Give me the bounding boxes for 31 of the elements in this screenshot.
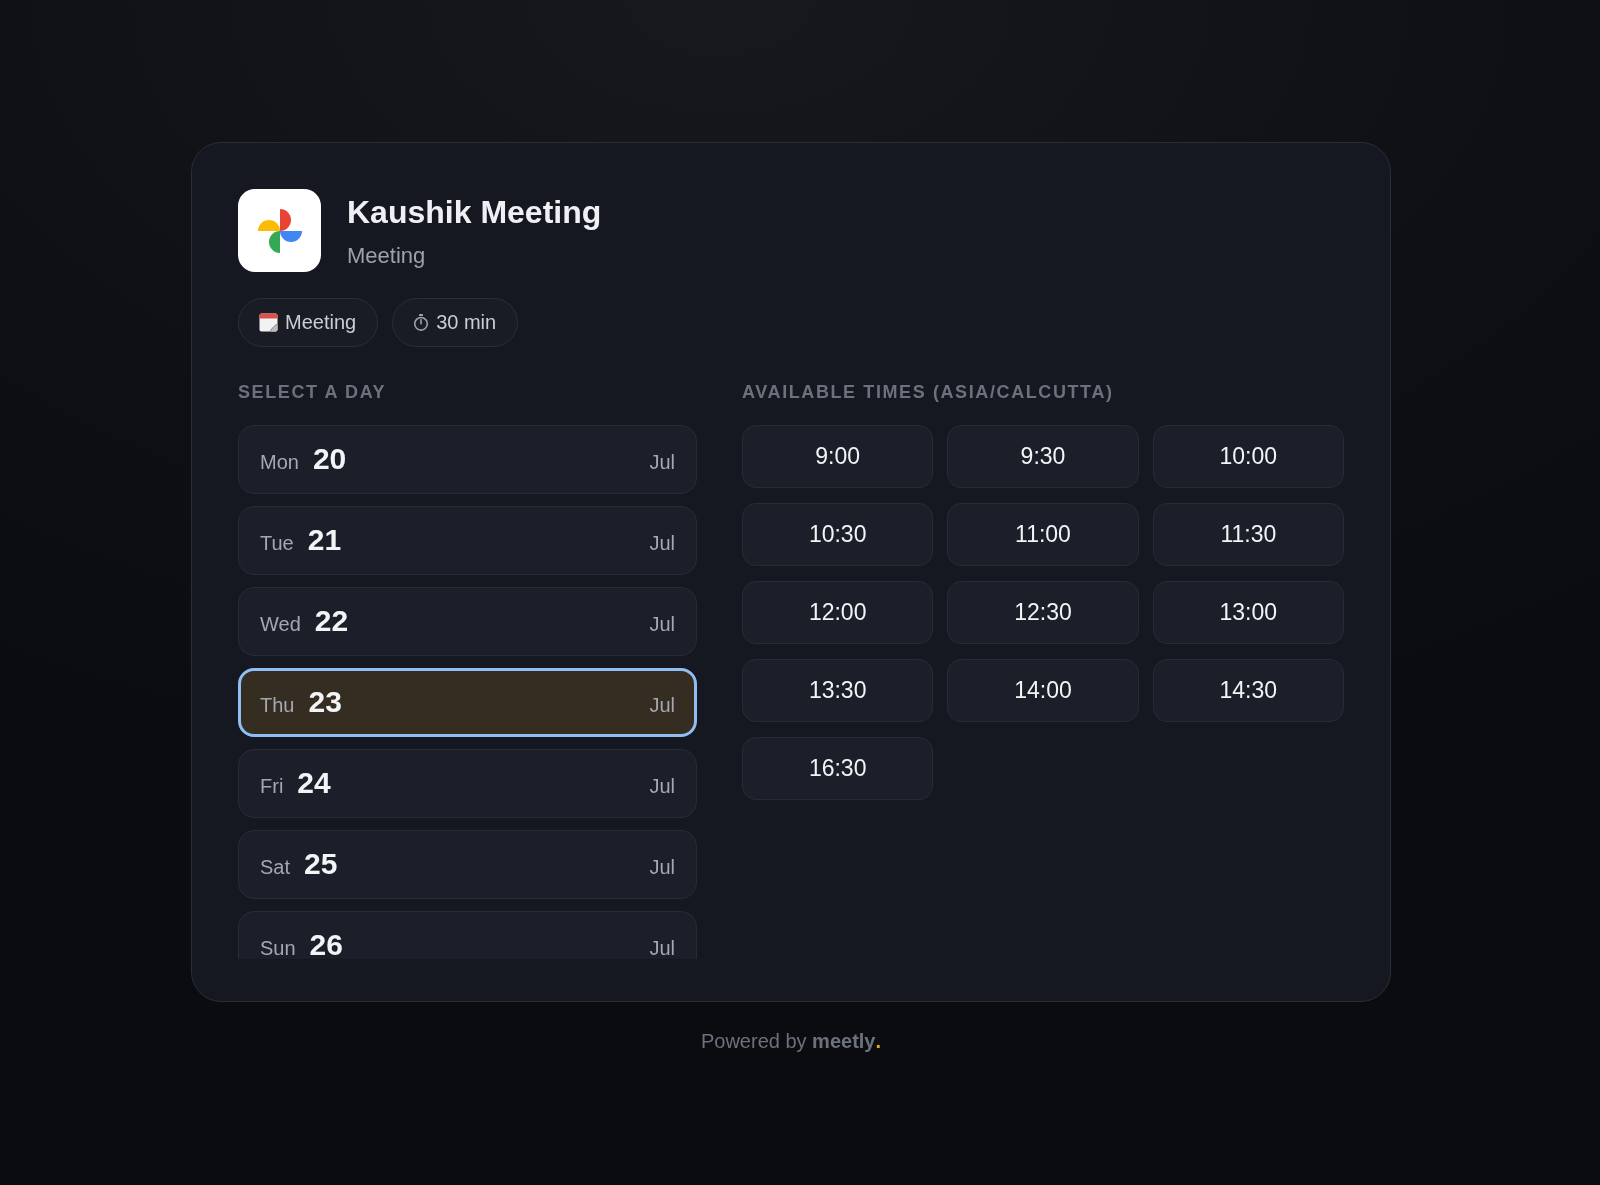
calendar-icon — [259, 313, 278, 332]
time-slot-button[interactable]: 16:30 — [742, 737, 934, 800]
event-subtitle: Meeting — [347, 243, 427, 269]
stopwatch-icon — [413, 314, 430, 331]
time-slot-button[interactable]: 11:30 — [1152, 503, 1344, 566]
day-option[interactable]: Thu 23 Jul — [238, 668, 697, 737]
time-slot-button[interactable]: 10:30 — [742, 503, 934, 566]
pinwheel-logo-icon — [238, 189, 321, 272]
day-option[interactable]: Tue 21 Jul — [238, 506, 697, 575]
time-slot-button[interactable]: 9:00 — [742, 425, 934, 488]
time-slot-button[interactable]: 13:30 — [742, 659, 934, 722]
time-slot-button[interactable]: 10:00 — [1152, 425, 1344, 488]
tag-label: 30 min — [436, 311, 497, 334]
brand-period: . — [875, 1029, 882, 1053]
section-heading: SELECT A DAY — [238, 382, 388, 402]
event-title: Kaushik Meeting — [347, 193, 602, 231]
time-slot-button[interactable]: 14:00 — [947, 659, 1139, 722]
day-option[interactable]: Sun 26 Jul — [238, 911, 697, 959]
time-slot-button[interactable]: 9:30 — [947, 425, 1139, 488]
day-option[interactable]: Wed 22 Jul — [238, 587, 697, 656]
time-slot-button[interactable]: 12:00 — [742, 581, 934, 644]
section-heading: AVAILABLE TIMES (ASIA/CALCUTTA) — [742, 382, 1115, 402]
time-slot-button[interactable]: 14:30 — [1152, 659, 1344, 722]
tag-label: Meeting — [285, 311, 357, 334]
time-slot-button[interactable]: 12:30 — [947, 581, 1139, 644]
time-slot-button[interactable]: 11:00 — [947, 503, 1139, 566]
day-option[interactable]: Sat 25 Jul — [238, 830, 697, 899]
powered-by-text: Powered by meetly — [700, 1029, 876, 1053]
day-option[interactable]: Fri 24 Jul — [238, 749, 697, 818]
day-option[interactable]: Mon 20 Jul — [238, 425, 697, 494]
time-slot-button[interactable]: 13:00 — [1152, 581, 1344, 644]
